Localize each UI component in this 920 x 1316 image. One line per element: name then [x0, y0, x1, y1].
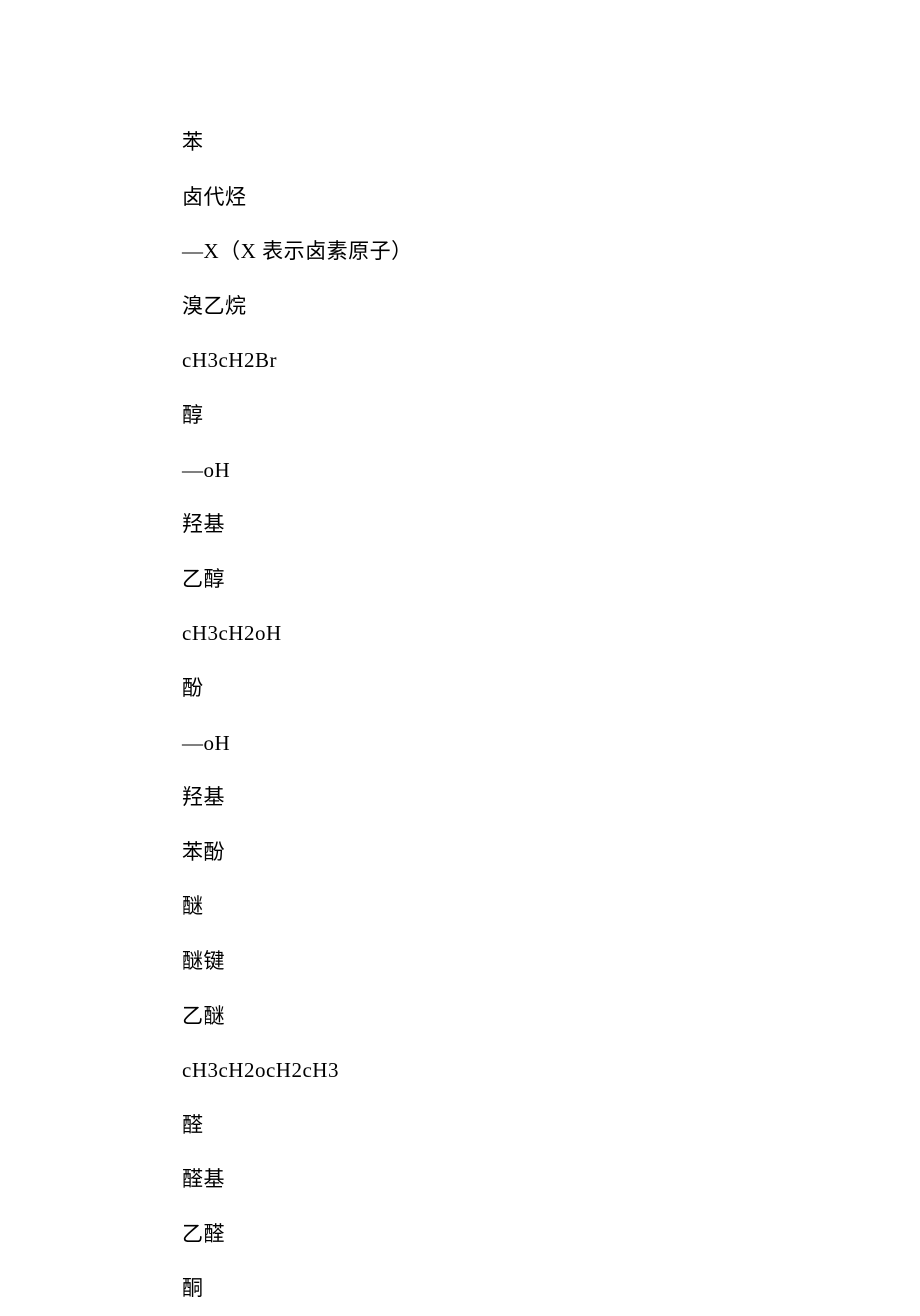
text-line: 苯: [182, 115, 920, 170]
text-line: 羟基: [182, 497, 920, 552]
text-line: 醇: [182, 388, 920, 443]
text-line: 乙醚: [182, 989, 920, 1044]
text-line: 醚: [182, 879, 920, 934]
text-line: 酮: [182, 1261, 920, 1316]
text-line: 苯酚: [182, 825, 920, 880]
text-line: cH3cH2oH: [182, 606, 920, 661]
text-line: 溴乙烷: [182, 279, 920, 334]
text-line: 酚: [182, 661, 920, 716]
text-line: 醛: [182, 1098, 920, 1153]
text-line: —X（X 表示卤素原子）: [182, 224, 920, 279]
text-line: —oH: [182, 716, 920, 771]
text-line: cH3cH2ocH2cH3: [182, 1043, 920, 1098]
text-line: 卤代烃: [182, 170, 920, 225]
text-line: cH3cH2Br: [182, 333, 920, 388]
text-line: 乙醇: [182, 552, 920, 607]
text-line: 醛基: [182, 1152, 920, 1207]
text-line: —oH: [182, 443, 920, 498]
text-line: 醚键: [182, 934, 920, 989]
text-line: 乙醛: [182, 1207, 920, 1262]
text-line: 羟基: [182, 770, 920, 825]
